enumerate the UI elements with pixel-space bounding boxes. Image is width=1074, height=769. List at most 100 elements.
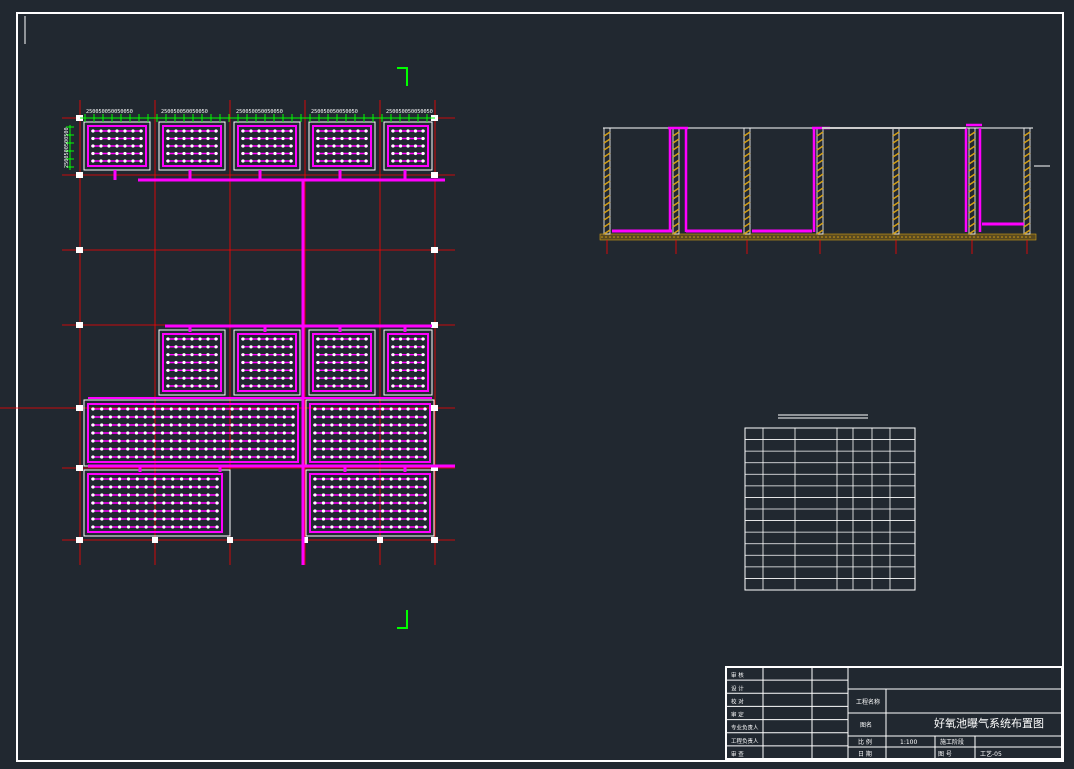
wall-hatch [1023, 173, 1031, 179]
diffuser-head [206, 485, 210, 489]
diffuser-head [249, 376, 253, 380]
diffuser-head [108, 407, 112, 411]
diffuser-head [241, 345, 245, 349]
diffuser-head [389, 509, 393, 513]
diffuser-head [398, 423, 402, 427]
sheet-number: 工艺-05 [980, 750, 1002, 758]
diffuser-head [282, 447, 286, 451]
diffuser-head [179, 485, 184, 489]
diffuser-head [230, 415, 234, 419]
diffuser-head [398, 509, 402, 513]
dimension-text: 250050050050050 [386, 109, 433, 115]
diffuser-head [372, 439, 376, 443]
diffuser-head [389, 415, 393, 419]
diffuser-head [265, 455, 269, 459]
diffuser-head [289, 151, 293, 156]
diffuser-head [135, 485, 139, 489]
diffuser-head [214, 376, 218, 380]
diffuser-head [355, 423, 359, 427]
diffuser-head [195, 455, 199, 459]
diffuser-head [100, 447, 104, 451]
diffuser-head [364, 407, 368, 411]
diffuser-head [195, 431, 199, 435]
diffuser-head [281, 384, 285, 388]
diffuser-head [364, 129, 368, 133]
diffuser-head [171, 525, 175, 529]
diffuser-head [198, 151, 202, 156]
diffuser-head [241, 337, 245, 341]
approval-row-label: 专业负责人 [731, 724, 759, 732]
diffuser-head [313, 455, 317, 459]
diffuser-head [348, 376, 352, 380]
diffuser-head [414, 431, 419, 435]
diffuser-head [282, 439, 286, 443]
diffuser-head [117, 485, 122, 489]
diffuser-head [321, 415, 326, 419]
wall-hatch [743, 201, 751, 207]
diffuser-head [153, 477, 157, 481]
diffuser-head [198, 129, 202, 133]
diffuser-head [321, 485, 326, 489]
diffuser-head [107, 129, 111, 133]
diffuser-head [187, 407, 191, 411]
diffuser-head [174, 376, 178, 380]
diffuser-head [179, 493, 184, 497]
diffuser-head [249, 353, 253, 357]
diffuser-head [316, 151, 320, 156]
diffuser-head [355, 447, 359, 451]
wall-hatch [672, 180, 680, 186]
diffuser-head [281, 353, 285, 357]
foundation-hatch [953, 236, 955, 238]
wall-hatch [1023, 138, 1031, 144]
diffuser-head [166, 360, 170, 365]
diffuser-head [321, 431, 326, 435]
diffuser-head [99, 151, 103, 156]
diffuser-head [364, 159, 368, 163]
diffuser-head [115, 136, 119, 141]
foundation-hatch [873, 236, 875, 238]
diffuser-head [143, 423, 147, 427]
diffuser-module [309, 403, 431, 463]
diffuser-head [265, 159, 269, 163]
diffuser-head [166, 129, 170, 133]
diffuser-head [281, 368, 285, 372]
foundation-hatch [725, 236, 727, 238]
diffuser-head [332, 129, 336, 133]
wall-hatch [816, 138, 824, 144]
wall-hatch [892, 131, 900, 137]
diffuser-head [381, 493, 385, 497]
diffuser-head [391, 360, 395, 365]
diffuser-head [109, 477, 113, 481]
diffuser-head [340, 360, 344, 365]
diffuser-head [289, 353, 293, 357]
diffuser-head [126, 407, 130, 411]
diffuser-head [321, 455, 326, 459]
diffuser-head [316, 337, 320, 341]
diffuser-head [135, 525, 139, 529]
diffuser-head [289, 345, 293, 349]
diffuser-head [126, 415, 130, 419]
diffuser-head [338, 501, 342, 505]
wall-hatch [603, 131, 611, 137]
diffuser-head [126, 501, 131, 505]
diffuser-head [239, 455, 243, 459]
diffuser-head [291, 447, 295, 451]
diffuser-head [143, 407, 147, 411]
foundation-hatch [917, 236, 919, 238]
diffuser-head [355, 493, 359, 497]
foundation-hatch [793, 236, 795, 238]
diffuser-head [421, 129, 425, 133]
diffuser-head [330, 501, 334, 505]
diffuser-head [316, 129, 320, 133]
foundation-hatch [1009, 236, 1011, 238]
diffuser-head [221, 447, 226, 451]
diffuser-head [406, 525, 410, 529]
diffuser-head [289, 144, 293, 148]
foundation-hatch [889, 236, 891, 238]
diffuser-head [117, 423, 121, 427]
diffuser-head [190, 368, 194, 372]
diffuser-head [372, 447, 376, 451]
diffuser-head [364, 360, 368, 365]
diffuser-head [381, 455, 385, 459]
wall-hatch [603, 222, 611, 228]
